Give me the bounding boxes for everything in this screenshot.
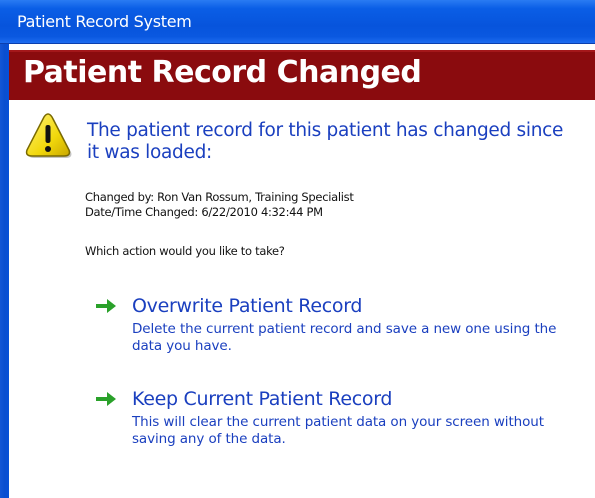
dialog-window: Patient Record System Patient Record Cha… [0, 0, 595, 498]
window-frame-left [0, 44, 9, 498]
changed-at-text: Date/Time Changed: 6/22/2010 4:32:44 PM [85, 205, 323, 219]
warning-message: The patient record for this patient has … [87, 120, 564, 163]
keep-record-title[interactable]: Keep Current Patient Record [132, 388, 392, 410]
overwrite-record-description: Delete the current patient record and sa… [132, 321, 557, 354]
changed-by-text: Changed by: Ron Van Rossum, Training Spe… [85, 190, 354, 204]
keep-record-description: This will clear the current patient data… [132, 414, 544, 447]
warning-icon [25, 113, 72, 158]
banner-title: Patient Record Changed [23, 55, 422, 90]
window-title: Patient Record System [17, 12, 192, 31]
header-banner: Patient Record Changed [9, 50, 595, 100]
action-prompt: Which action would you like to take? [85, 244, 285, 258]
green-arrow-icon [96, 299, 116, 313]
title-bar[interactable]: Patient Record System [0, 0, 595, 44]
overwrite-record-option[interactable]: Overwrite Patient Record Delete the curr… [96, 295, 576, 365]
change-details: Changed by: Ron Van Rossum, Training Spe… [85, 190, 354, 220]
keep-record-option[interactable]: Keep Current Patient Record This will cl… [96, 388, 576, 458]
overwrite-record-title[interactable]: Overwrite Patient Record [132, 295, 362, 317]
green-arrow-icon [96, 392, 116, 406]
